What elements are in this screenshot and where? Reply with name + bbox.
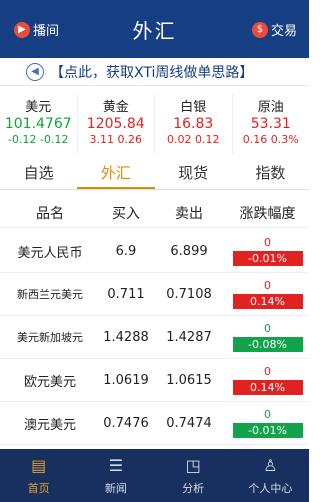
quote-strip: 美元 101.4767 -0.12 -0.12 黄金 1205.84 3.11 … — [0, 94, 309, 154]
column-name-header: 品名 — [36, 205, 64, 222]
row-name: 欧元美元 — [23, 374, 76, 390]
quote-name: 美元 — [25, 100, 52, 115]
quote-name: 黄金 — [102, 100, 129, 115]
market-tabs: 自选 外汇 现货 指数 — [0, 158, 309, 190]
row-change: 0 -0.08% — [226, 322, 309, 352]
speaker-icon: ◀ — [26, 62, 44, 81]
nav-profile[interactable]: ♙ 个人中心 — [232, 449, 309, 502]
row-change-badge: 0.14% — [232, 294, 303, 309]
row-sell: 6.899 — [170, 243, 208, 259]
row-change-value: 0 — [264, 279, 271, 292]
table-row[interactable]: 澳元美元 0.7476 0.7474 0 -0.01% — [0, 402, 309, 445]
row-sell: 1.4287 — [166, 329, 212, 345]
row-change: 0 0.14% — [226, 365, 309, 395]
trade-button[interactable]: $ 交易 — [251, 20, 297, 39]
row-buy: 0.7476 — [103, 415, 149, 431]
row-change-value: 0 — [264, 236, 271, 249]
nav-label: 首页 — [27, 482, 50, 495]
nav-label: 分析 — [182, 482, 205, 495]
row-change: 0 -0.01% — [226, 408, 309, 438]
table-header: 品名 买入 卖出 涨跌幅度 — [0, 198, 309, 228]
trade-label: 交易 — [270, 24, 297, 39]
table-row[interactable]: 美元人民币 6.9 6.899 0 -0.01% — [0, 230, 309, 273]
bottom-nav: ▤ 首页 ☰ 新闻 ◳ 分析 ♙ 个人中心 — [0, 449, 309, 502]
row-buy: 1.0619 — [103, 372, 149, 388]
row-change-badge: -0.08% — [232, 337, 303, 352]
tab-favorites[interactable]: 自选 — [0, 158, 77, 189]
table-row[interactable]: 新西兰元美元 0.711 0.7108 0 0.14% — [0, 273, 309, 316]
row-change-value: 0 — [264, 408, 271, 421]
quote-price: 101.4767 — [4, 116, 72, 132]
quote-price: 53.31 — [250, 116, 291, 132]
notice-text: 【点此，获取XTi周线做单思路】 — [50, 64, 254, 81]
column-buy-header: 买入 — [112, 205, 140, 222]
row-sell: 0.7474 — [166, 415, 212, 431]
row-change-badge: -0.01% — [232, 251, 303, 266]
row-name: 美元人民币 — [17, 245, 83, 261]
nav-label: 个人中心 — [248, 482, 293, 495]
row-change: 0 -0.01% — [226, 236, 309, 266]
row-buy: 6.9 — [115, 243, 137, 259]
row-change-badge: 0.14% — [232, 380, 303, 395]
nav-home[interactable]: ▤ 首页 — [0, 449, 77, 502]
person-icon: ♙ — [263, 456, 278, 475]
quote-silver[interactable]: 白银 16.83 0.02 0.12 — [155, 94, 233, 154]
quote-change: -0.12 -0.12 — [8, 133, 69, 146]
row-buy: 1.4288 — [103, 329, 149, 345]
app-header: ▶ 播间 外汇 $ 交易 — [0, 0, 309, 58]
row-change-value: 0 — [264, 322, 271, 335]
nav-analysis[interactable]: ◳ 分析 — [155, 449, 232, 502]
quote-change: 0.16 0.3% — [242, 133, 299, 146]
tab-index[interactable]: 指数 — [232, 158, 309, 189]
row-name: 澳元美元 — [23, 417, 76, 433]
quote-change: 0.02 0.12 — [167, 133, 220, 146]
quote-name: 白银 — [180, 100, 207, 115]
notice-bar[interactable]: ◀ 【点此，获取XTi周线做单思路】 — [0, 58, 309, 86]
chart-icon: ▤ — [31, 456, 47, 475]
nav-news[interactable]: ☰ 新闻 — [77, 449, 154, 502]
row-sell: 1.0615 — [166, 372, 212, 388]
analysis-icon: ◳ — [185, 456, 201, 475]
row-name: 美元新加坡元 — [17, 331, 83, 344]
quote-table: 美元人民币 6.9 6.899 0 -0.01% 新西兰元美元 0.711 0.… — [0, 230, 309, 445]
quote-price: 1205.84 — [86, 116, 145, 132]
quote-gold[interactable]: 黄金 1205.84 3.11 0.26 — [78, 94, 155, 154]
table-row[interactable]: 美元新加坡元 1.4288 1.4287 0 -0.08% — [0, 316, 309, 359]
table-row[interactable]: 欧元美元 1.0619 1.0615 0 0.14% — [0, 359, 309, 402]
row-buy: 0.711 — [107, 286, 145, 302]
column-sell-header: 卖出 — [175, 205, 203, 222]
nav-label: 新闻 — [104, 482, 127, 495]
quote-name: 原油 — [257, 100, 284, 115]
quote-price: 16.83 — [173, 116, 214, 132]
quote-change: 3.11 0.26 — [89, 133, 143, 146]
tab-forex[interactable]: 外汇 — [77, 158, 155, 189]
quote-oil[interactable]: 原油 53.31 0.16 0.3% — [233, 94, 310, 154]
row-change-badge: -0.01% — [232, 423, 303, 438]
row-sell: 0.7108 — [166, 286, 212, 302]
news-icon: ☰ — [108, 456, 124, 475]
dollar-icon: $ — [251, 21, 268, 38]
row-change-value: 0 — [264, 365, 271, 378]
tab-spot[interactable]: 现货 — [155, 158, 232, 189]
quote-usd[interactable]: 美元 101.4767 -0.12 -0.12 — [0, 94, 78, 154]
row-name: 新西兰元美元 — [17, 288, 83, 301]
column-change-header: 涨跌幅度 — [239, 205, 296, 222]
row-change: 0 0.14% — [226, 279, 309, 309]
